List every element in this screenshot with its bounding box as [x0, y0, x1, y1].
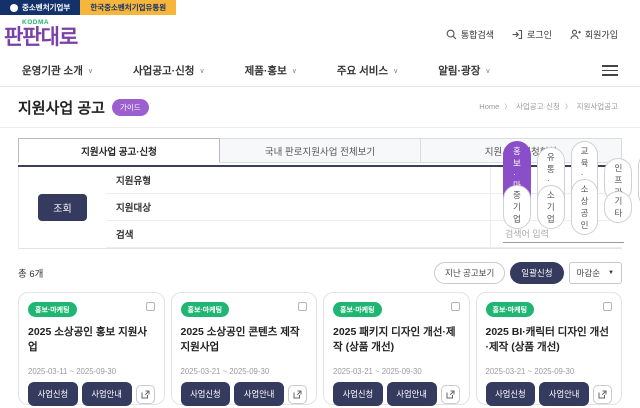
global-search-label: 통합검색 [461, 28, 494, 41]
login-label: 로그인 [527, 28, 552, 41]
breadcrumb-programs[interactable]: 사업공고·신청 [516, 102, 560, 111]
category-badge: 홍보·마케팅 [181, 302, 230, 317]
program-title[interactable]: 2025 소상공인 콘텐츠 제작지원사업 [181, 325, 308, 354]
page-title: 지원사업 공고 [18, 97, 105, 118]
apply-button[interactable]: 사업신청 [181, 382, 231, 406]
program-card[interactable]: 홍보·마케팅 2025 패키지 디자인 개선·제작 (상품 개선) 2025-0… [323, 292, 470, 405]
program-period: 2025-03-21 ~ 2025-09-30 [486, 367, 613, 376]
chip-etc[interactable]: 기타 [604, 191, 632, 223]
card-checkbox[interactable] [603, 302, 612, 311]
global-search-button[interactable]: 통합검색 [446, 28, 494, 41]
breadcrumb: Home 〉 사업공고·신청 〉 지원사업공고 [479, 97, 618, 112]
results-total: 총 6개 [18, 266, 43, 280]
apply-button[interactable]: 사업신청 [486, 382, 536, 406]
login-icon [512, 29, 523, 40]
login-button[interactable]: 로그인 [512, 28, 552, 41]
guide-button[interactable]: 사업안내 [387, 382, 437, 406]
chevron-down-icon: ∨ [88, 67, 93, 75]
nav-label: 알림·광장 [438, 63, 480, 78]
tab-all-domestic-programs[interactable]: 국내 판로지원사업 전체보기 [220, 138, 421, 163]
card-checkbox[interactable] [146, 302, 155, 311]
breadcrumb-separator: 〉 [565, 104, 572, 111]
person-plus-icon [570, 29, 581, 40]
nav-label: 주요 서비스 [337, 63, 388, 78]
sort-dropdown[interactable]: 마감순 ▼ [569, 262, 622, 284]
filter-panel: 지원유형 홍보·마케팅 유통·판로 교육·컨설팅 인프라 사무관리 조회 지원대… [18, 165, 622, 249]
filter-search-row [490, 221, 622, 248]
program-period: 2025-03-21 ~ 2025-09-30 [333, 367, 460, 376]
header: KODMA 판판대로 통합검색 로그인 회원가입 [0, 15, 640, 55]
nav-item-products[interactable]: 제품·홍보 ∨ [245, 63, 297, 78]
filter-type-label: 지원유형 [106, 167, 490, 194]
page-head: 지원사업 공고 가이드 Home 〉 사업공고·신청 〉 지원사업공고 [0, 87, 640, 127]
filter-target-options: 중기업 소기업 소상공인 기타 [490, 194, 622, 221]
nav-label: 제품·홍보 [245, 63, 287, 78]
chevron-down-icon: ∨ [292, 67, 297, 75]
nav-label: 운영기관 소개 [22, 63, 83, 78]
nav-label: 사업공고·신청 [133, 63, 194, 78]
external-link-icon[interactable] [288, 385, 307, 404]
nav-item-services[interactable]: 주요 서비스 ∨ [337, 63, 398, 78]
filter-submit-area: 조회 [18, 167, 106, 248]
search-icon [446, 29, 457, 40]
agency-name: 한국중소벤처기업유통원 [90, 2, 166, 13]
header-utils: 통합검색 로그인 회원가입 [446, 28, 618, 41]
program-card[interactable]: 홍보·마케팅 2025 소상공인 홍보 지원사업 2025-03-11 ~ 20… [18, 292, 165, 405]
program-period: 2025-03-21 ~ 2025-09-30 [181, 367, 308, 376]
apply-button[interactable]: 사업신청 [333, 382, 383, 406]
breadcrumb-separator: 〉 [504, 104, 511, 111]
chevron-down-icon: ∨ [485, 67, 490, 75]
guide-button[interactable]: 사업안내 [234, 382, 284, 406]
guide-button[interactable]: 사업안내 [82, 382, 132, 406]
site-logo-text: 판판대로 [4, 27, 77, 48]
tab-program-apply[interactable]: 지원사업 공고·신청 [18, 138, 220, 163]
external-link-icon[interactable] [136, 385, 155, 404]
breadcrumb-current: 지원사업공고 [577, 102, 618, 111]
search-submit-button[interactable]: 조회 [38, 194, 86, 221]
ministry-logo-icon [10, 4, 18, 12]
guide-button[interactable]: 사업안내 [539, 382, 589, 406]
results-bar: 총 6개 지난 공고보기 일괄신청 마감순 ▼ [18, 262, 622, 284]
signup-label: 회원가입 [585, 28, 618, 41]
card-checkbox[interactable] [298, 302, 307, 311]
external-link-icon[interactable] [593, 385, 612, 404]
past-notices-button[interactable]: 지난 공고보기 [434, 262, 505, 284]
program-title[interactable]: 2025 소상공인 홍보 지원사업 [28, 325, 155, 354]
agency-banner[interactable]: 한국중소벤처기업유통원 [80, 0, 176, 15]
filter-search-label: 검색 [106, 221, 490, 248]
signup-button[interactable]: 회원가입 [570, 28, 618, 41]
external-link-icon[interactable] [441, 385, 460, 404]
program-period: 2025-03-11 ~ 2025-09-30 [28, 367, 155, 376]
ministry-name: 중소벤처기업부 [22, 2, 70, 13]
site-logo[interactable]: KODMA 판판대로 [2, 20, 77, 48]
bulk-apply-button[interactable]: 일괄신청 [510, 262, 563, 284]
nav-item-operating-org[interactable]: 운영기관 소개 ∨ [22, 63, 93, 78]
program-card[interactable]: 홍보·마케팅 2025 BI·캐릭터 디자인 개선·제작 (상품 개선) 202… [476, 292, 623, 405]
guide-badge[interactable]: 가이드 [112, 99, 149, 116]
breadcrumb-home[interactable]: Home [479, 102, 499, 111]
apply-button[interactable]: 사업신청 [28, 382, 78, 406]
program-card[interactable]: 홍보·마케팅 2025 소상공인 콘텐츠 제작지원사업 2025-03-21 ~… [171, 292, 318, 405]
gov-bar: 중소벤처기업부 한국중소벤처기업유통원 [0, 0, 640, 15]
category-badge: 홍보·마케팅 [333, 302, 382, 317]
keyword-search-input[interactable] [503, 226, 624, 243]
filter-target-label: 지원대상 [106, 194, 490, 221]
caret-down-icon: ▼ [608, 270, 614, 276]
main-nav: 운영기관 소개 ∨ 사업공고·신청 ∨ 제품·홍보 ∨ 주요 서비스 ∨ 알림·… [0, 55, 640, 87]
program-title[interactable]: 2025 패키지 디자인 개선·제작 (상품 개선) [333, 325, 460, 354]
card-checkbox[interactable] [451, 302, 460, 311]
chevron-down-icon: ∨ [199, 67, 204, 75]
divider [0, 127, 640, 128]
tab-bar: 지원사업 공고·신청 국내 판로지원사업 전체보기 지원사업 신청현황 [18, 138, 622, 163]
nav-item-notices[interactable]: 알림·광장 ∨ [438, 63, 490, 78]
category-badge: 홍보·마케팅 [28, 302, 77, 317]
category-badge: 홍보·마케팅 [486, 302, 535, 317]
chevron-down-icon: ∨ [393, 67, 398, 75]
program-title[interactable]: 2025 BI·캐릭터 디자인 개선·제작 (상품 개선) [486, 325, 613, 354]
program-card-list: 홍보·마케팅 2025 소상공인 홍보 지원사업 2025-03-11 ~ 20… [18, 292, 622, 405]
hamburger-menu-icon[interactable] [602, 65, 618, 76]
nav-item-programs[interactable]: 사업공고·신청 ∨ [133, 63, 205, 78]
ministry-banner[interactable]: 중소벤처기업부 [0, 0, 80, 15]
sort-value: 마감순 [577, 267, 600, 279]
